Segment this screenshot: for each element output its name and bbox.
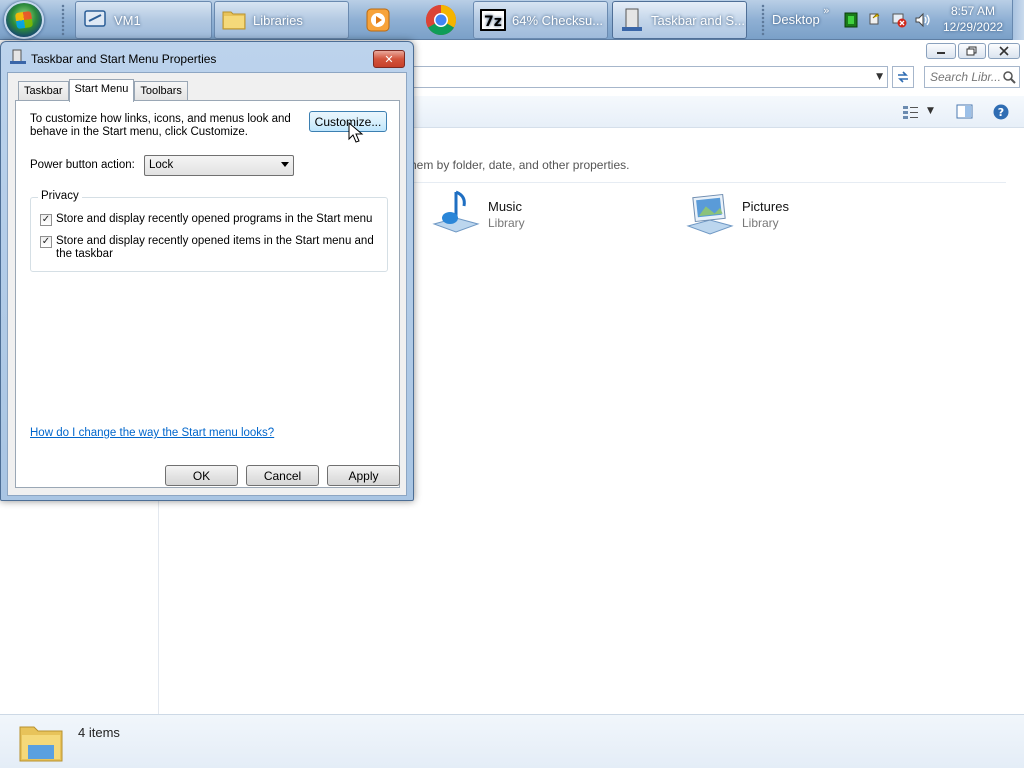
- mouse-cursor-icon: [348, 122, 364, 143]
- taskbar-grip[interactable]: [61, 4, 65, 36]
- start-button[interactable]: [4, 1, 44, 39]
- taskbar-button-7zip[interactable]: 7z 64% Checksu...: [473, 1, 608, 39]
- library-name: Music: [488, 199, 522, 214]
- privacy-option-programs[interactable]: ✓ Store and display recently opened prog…: [40, 213, 380, 226]
- music-library-icon: [432, 190, 480, 233]
- close-icon: ✕: [384, 52, 394, 66]
- desktop-toolbar[interactable]: Desktop: [772, 12, 820, 27]
- ok-button[interactable]: OK: [165, 465, 238, 486]
- action-center-icon[interactable]: [867, 12, 883, 28]
- media-player-icon: [366, 8, 390, 32]
- taskbar-chrome[interactable]: [421, 1, 461, 39]
- power-button-label: Power button action:: [30, 159, 135, 171]
- chevron-down-icon[interactable]: ▼: [876, 72, 883, 82]
- checkbox-checked-icon[interactable]: ✓: [40, 236, 52, 248]
- restore-icon: [966, 46, 977, 56]
- libraries-folder-icon: [19, 726, 63, 762]
- library-pictures[interactable]: Pictures Library: [684, 188, 789, 240]
- checkbox-label: Store and display recently opened progra…: [56, 213, 373, 225]
- clock-date: 12/29/2022: [942, 20, 1004, 34]
- items-count: 4 items: [78, 725, 120, 740]
- folder-icon: [222, 11, 246, 30]
- taskbar-start-menu-properties-dialog: Taskbar and Start Menu Properties ✕ Task…: [0, 41, 414, 501]
- help-icon[interactable]: ?: [992, 104, 1010, 120]
- taskbar-button-vm1[interactable]: VM1: [75, 1, 212, 39]
- search-placeholder: Search Libr...: [930, 70, 1001, 84]
- refresh-button[interactable]: [892, 66, 914, 88]
- taskbar-button-label: 64% Checksu...: [512, 12, 604, 28]
- taskbar-media-player[interactable]: [358, 1, 398, 39]
- library-type: Library: [488, 216, 525, 230]
- view-options-icon[interactable]: [902, 104, 920, 120]
- preview-pane-icon[interactable]: [956, 104, 974, 120]
- cancel-button[interactable]: Cancel: [246, 465, 319, 486]
- dialog-close-button[interactable]: ✕: [373, 50, 405, 68]
- chevron-down-icon: [281, 162, 289, 167]
- tab-toolbars[interactable]: Toolbars: [134, 81, 188, 101]
- apply-button[interactable]: Apply: [327, 465, 400, 486]
- close-icon: [999, 46, 1009, 56]
- power-button-value: Lock: [149, 159, 174, 171]
- svg-text:?: ?: [998, 106, 1004, 119]
- dialog-title: Taskbar and Start Menu Properties: [31, 52, 217, 66]
- vm-status-icon[interactable]: [843, 12, 859, 28]
- taskbar-button-label: Libraries: [253, 12, 303, 28]
- tab-strip: Taskbar Start Menu Toolbars: [18, 79, 188, 102]
- library-description: hem by folder, date, and other propertie…: [410, 158, 630, 172]
- 7zip-icon: 7z: [480, 9, 506, 31]
- taskbar-button-label: VM1: [114, 12, 141, 28]
- svg-text:7z: 7z: [484, 14, 502, 30]
- tab-taskbar[interactable]: Taskbar: [18, 81, 69, 101]
- explorer-close-button[interactable]: [988, 43, 1020, 59]
- volume-icon[interactable]: [914, 12, 930, 28]
- start-menu-tab-page: To customize how links, icons, and menus…: [15, 100, 400, 488]
- tab-start-menu[interactable]: Start Menu: [68, 79, 135, 102]
- restore-button[interactable]: [958, 43, 986, 59]
- library-type: Library: [742, 216, 779, 230]
- search-input[interactable]: Search Libr...: [924, 66, 1020, 88]
- help-link[interactable]: How do I change the way the Start menu l…: [30, 427, 274, 439]
- system-clock[interactable]: 8:57 AM 12/29/2022: [938, 3, 1008, 35]
- taskbar: VM1 Libraries 7z 64% Checksu... Taskbar …: [0, 0, 1024, 40]
- toolbar-overflow-chevron[interactable]: »: [823, 4, 830, 17]
- power-button-select[interactable]: Lock: [144, 155, 294, 176]
- clock-time: 8:57 AM: [950, 4, 996, 18]
- pictures-library-icon: [686, 193, 734, 235]
- privacy-option-items[interactable]: ✓ Store and display recently opened item…: [40, 235, 380, 261]
- toolbar-grip[interactable]: [761, 4, 765, 36]
- chrome-icon: [425, 4, 457, 36]
- search-icon: [1003, 71, 1016, 84]
- details-pane: 4 items: [0, 714, 1024, 768]
- privacy-group-title: Privacy: [38, 190, 82, 202]
- show-desktop-button[interactable]: [1012, 0, 1024, 40]
- library-music[interactable]: Music Library: [430, 188, 525, 240]
- minimize-button[interactable]: [926, 43, 956, 59]
- view-dropdown-chevron-icon[interactable]: ▼: [927, 106, 934, 116]
- dialog-body: Taskbar Start Menu Toolbars To customize…: [7, 72, 407, 496]
- library-name: Pictures: [742, 199, 789, 214]
- network-disconnected-icon[interactable]: [891, 12, 907, 28]
- checkbox-label: Store and display recently opened items …: [56, 235, 374, 260]
- taskbar-properties-icon: [622, 8, 642, 31]
- minimize-icon: [937, 52, 945, 54]
- taskbar-button-taskbar-properties[interactable]: Taskbar and S...: [612, 1, 747, 39]
- taskbar-button-libraries[interactable]: Libraries: [214, 1, 349, 39]
- taskbar-properties-icon: [10, 49, 26, 64]
- taskbar-button-label: Taskbar and S...: [651, 12, 745, 28]
- intro-text: To customize how links, icons, and menus…: [30, 113, 291, 138]
- refresh-icon: [898, 71, 908, 83]
- virtual-machine-icon: [84, 10, 106, 27]
- checkbox-checked-icon[interactable]: ✓: [40, 214, 52, 226]
- address-bar[interactable]: ▼: [400, 66, 888, 88]
